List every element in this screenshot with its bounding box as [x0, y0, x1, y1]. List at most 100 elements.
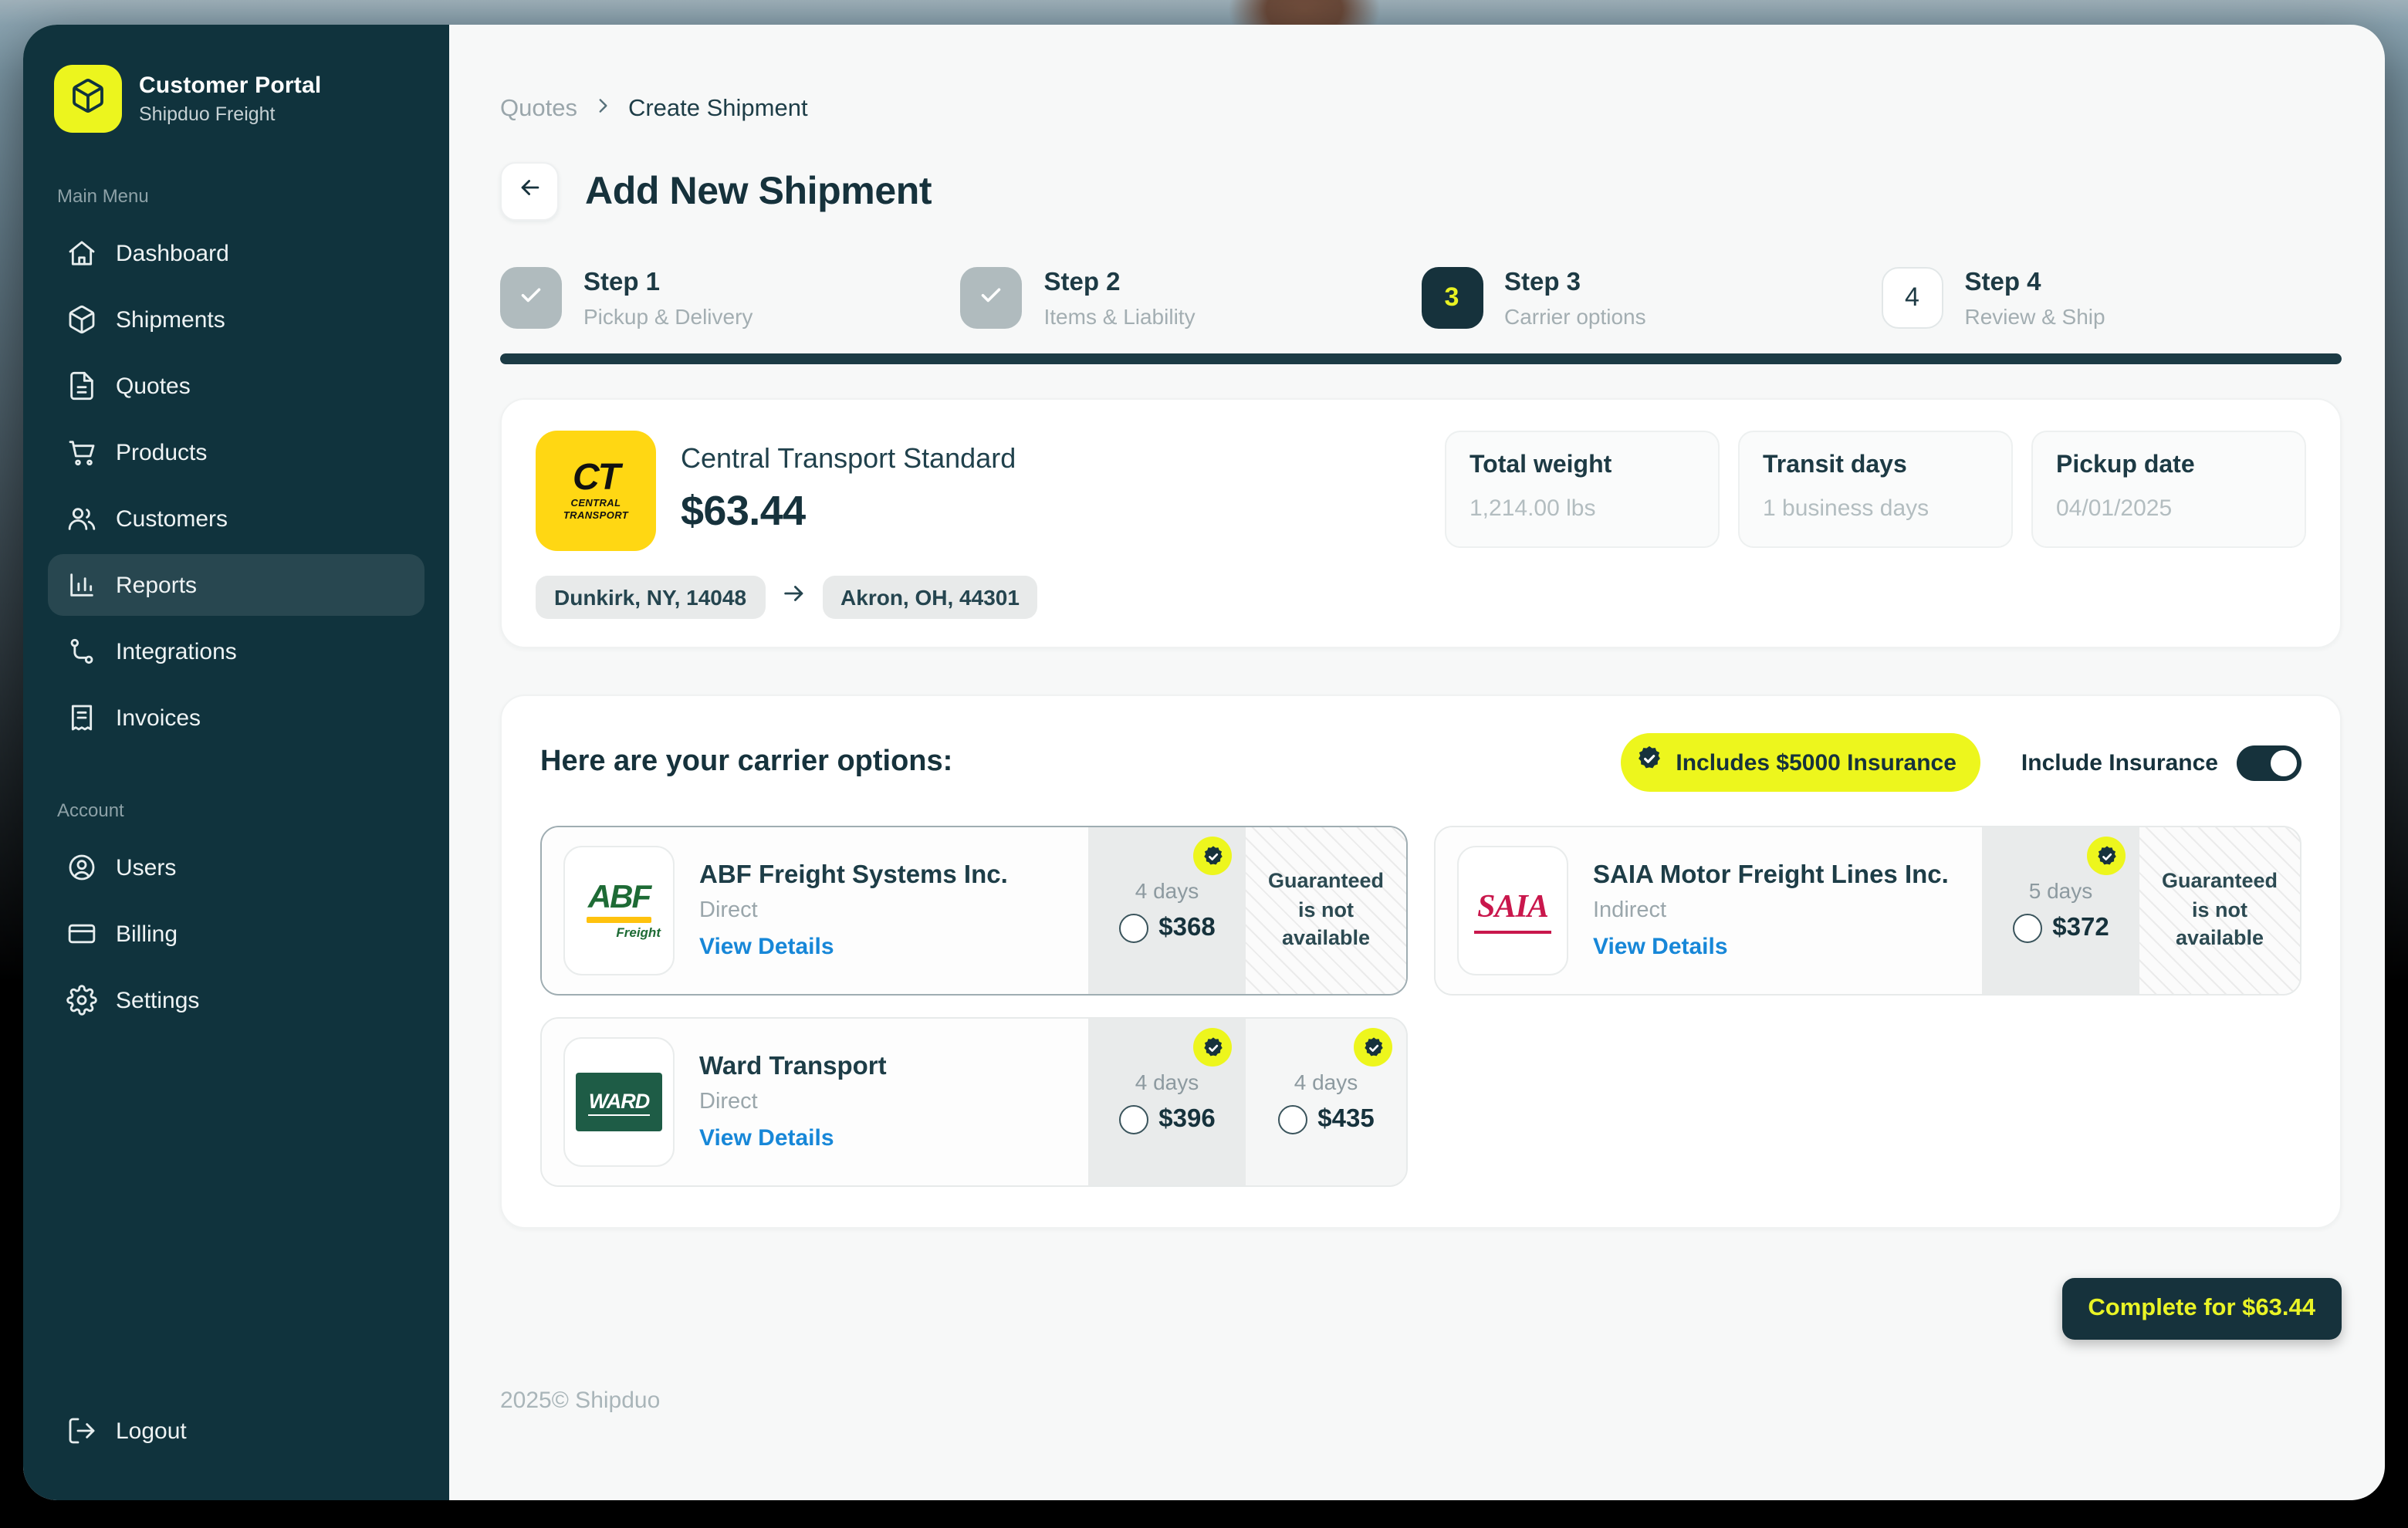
step-title: Step 3 [1504, 268, 1581, 296]
transit-time: 4 days [1135, 878, 1199, 903]
sidebar-item-products[interactable]: Products [48, 421, 424, 483]
carrier-service-type: Indirect [1593, 898, 1667, 923]
insurance-toggle[interactable] [2237, 745, 2301, 780]
check-icon [517, 280, 545, 316]
stat-value: 1 business days [1763, 495, 1929, 522]
arrow-left-icon [516, 174, 543, 208]
breadcrumb-current: Create Shipment [627, 96, 808, 122]
price-option[interactable]: 5 days $372 [1982, 827, 2139, 994]
price-value: $372 [2052, 914, 2109, 941]
step-2[interactable]: Step 2 Items & Liability [960, 267, 1422, 329]
home-icon [66, 238, 97, 269]
stat-transit-days: Transit days 1 business days [1738, 431, 2013, 548]
transit-time: 4 days [1135, 1070, 1199, 1094]
sidebar-item-label: Customers [116, 505, 228, 532]
guaranteed-seal-icon [1354, 1028, 1392, 1067]
breadcrumb: Quotes Create Shipment [500, 96, 2342, 123]
carrier-card-saia[interactable]: SAIA SAIA Motor Freight Lines Inc. Indir… [1434, 826, 2301, 996]
stat-value: 1,214.00 lbs [1469, 495, 1596, 522]
carrier-service-type: Direct [699, 898, 758, 923]
sidebar-item-billing[interactable]: Billing [48, 903, 424, 965]
sidebar-item-label: Settings [116, 987, 200, 1013]
price-option[interactable]: 4 days $435 [1246, 1019, 1406, 1185]
nav-section-main-menu: Main Menu [57, 185, 149, 207]
view-details-link[interactable]: View Details [699, 934, 1008, 960]
sidebar-item-quotes[interactable]: Quotes [48, 355, 424, 417]
central-transport-logo: CT CENTRAL TRANSPORT [536, 431, 656, 551]
route: Dunkirk, NY, 14048 Akron, OH, 44301 [536, 576, 2306, 619]
sidebar-item-shipments[interactable]: Shipments [48, 289, 424, 350]
step-3[interactable]: 3 Step 3 Carrier options [1421, 267, 1882, 329]
brand-title: Customer Portal [139, 73, 322, 99]
sidebar-item-label: Integrations [116, 638, 237, 664]
step-1-indicator [500, 267, 562, 329]
carrier-name: SAIA Motor Freight Lines Inc. [1593, 861, 1949, 889]
destination-pill: Akron, OH, 44301 [822, 576, 1038, 619]
arrow-right-icon [780, 580, 807, 614]
stat-label: Pickup date [2056, 452, 2195, 478]
sidebar-item-reports[interactable]: Reports [48, 554, 424, 616]
carrier-options-heading: Here are your carrier options: [540, 745, 953, 778]
price-option[interactable]: 4 days $396 [1088, 1019, 1246, 1185]
step-subtitle: Pickup & Delivery [583, 303, 753, 328]
user-circle-icon [66, 852, 97, 883]
stat-label: Transit days [1763, 452, 1907, 478]
view-details-link[interactable]: View Details [699, 1125, 887, 1151]
stepper: Step 1 Pickup & Delivery Step 2 Items & … [500, 267, 2342, 329]
price-value: $435 [1317, 1105, 1375, 1133]
sidebar-item-customers[interactable]: Customers [48, 488, 424, 549]
carrier-card-abf[interactable]: ABF Freight ABF Freight Systems Inc. Dir… [540, 826, 1408, 996]
back-button[interactable] [500, 162, 559, 221]
sidebar-item-settings[interactable]: Settings [48, 969, 424, 1031]
insurance-badge-text: Includes $5000 Insurance [1676, 749, 1956, 776]
sidebar-item-label: Invoices [116, 705, 201, 731]
sidebar-item-dashboard[interactable]: Dashboard [48, 222, 424, 284]
step-4[interactable]: 4 Step 4 Review & Ship [1881, 267, 2342, 329]
carrier-service-type: Direct [699, 1090, 758, 1114]
guaranteed-seal-icon [2087, 837, 2126, 875]
step-1[interactable]: Step 1 Pickup & Delivery [500, 267, 961, 329]
check-icon [978, 280, 1006, 316]
sidebar: Customer Portal Shipduo Freight Main Men… [23, 25, 449, 1500]
guaranteed-seal-icon [1193, 1028, 1232, 1067]
carrier-name: ABF Freight Systems Inc. [699, 861, 1008, 889]
origin-pill: Dunkirk, NY, 14048 [536, 576, 766, 619]
stat-value: 04/01/2025 [2056, 495, 2173, 522]
sidebar-item-label: Users [116, 854, 177, 881]
package-icon [69, 76, 107, 121]
chevron-right-icon [593, 96, 613, 123]
sidebar-item-label: Shipments [116, 306, 225, 333]
brand-logo [54, 65, 122, 133]
view-details-link[interactable]: View Details [1593, 934, 1949, 960]
app-window: Customer Portal Shipduo Freight Main Men… [23, 25, 2385, 1500]
cart-icon [66, 437, 97, 468]
breadcrumb-quotes[interactable]: Quotes [500, 96, 577, 123]
selected-carrier-name: Central Transport Standard [681, 443, 1016, 474]
price-radio[interactable] [2012, 914, 2042, 943]
step-4-indicator: 4 [1881, 267, 1943, 329]
selected-carrier-price: $63.44 [681, 488, 806, 534]
price-radio[interactable] [1118, 1105, 1148, 1134]
brand-subtitle: Shipduo Freight [139, 103, 276, 125]
users-icon [66, 503, 97, 534]
integration-icon [66, 636, 97, 667]
sidebar-item-label: Logout [116, 1418, 187, 1444]
document-icon [66, 370, 97, 401]
sidebar-item-integrations[interactable]: Integrations [48, 620, 424, 682]
sidebar-item-label: Products [116, 439, 208, 465]
progress-track [500, 353, 2342, 364]
sidebar-item-invoices[interactable]: Invoices [48, 687, 424, 749]
step-title: Step 1 [583, 268, 661, 296]
price-option[interactable]: 4 days $368 [1088, 827, 1246, 994]
sidebar-item-logout[interactable]: Logout [48, 1400, 424, 1462]
carrier-card-ward[interactable]: WARD Ward Transport Direct View Details [540, 1017, 1408, 1187]
step-subtitle: Review & Ship [1964, 303, 2105, 328]
summary-stats: Total weight 1,214.00 lbs Transit days 1… [1445, 431, 2306, 551]
price-radio[interactable] [1277, 1105, 1307, 1134]
toggle-knob [2271, 749, 2297, 776]
ward-logo: WARD [563, 1037, 675, 1167]
sidebar-item-users[interactable]: Users [48, 837, 424, 898]
complete-button[interactable]: Complete for $63.44 [2061, 1278, 2342, 1340]
price-radio[interactable] [1118, 914, 1148, 943]
